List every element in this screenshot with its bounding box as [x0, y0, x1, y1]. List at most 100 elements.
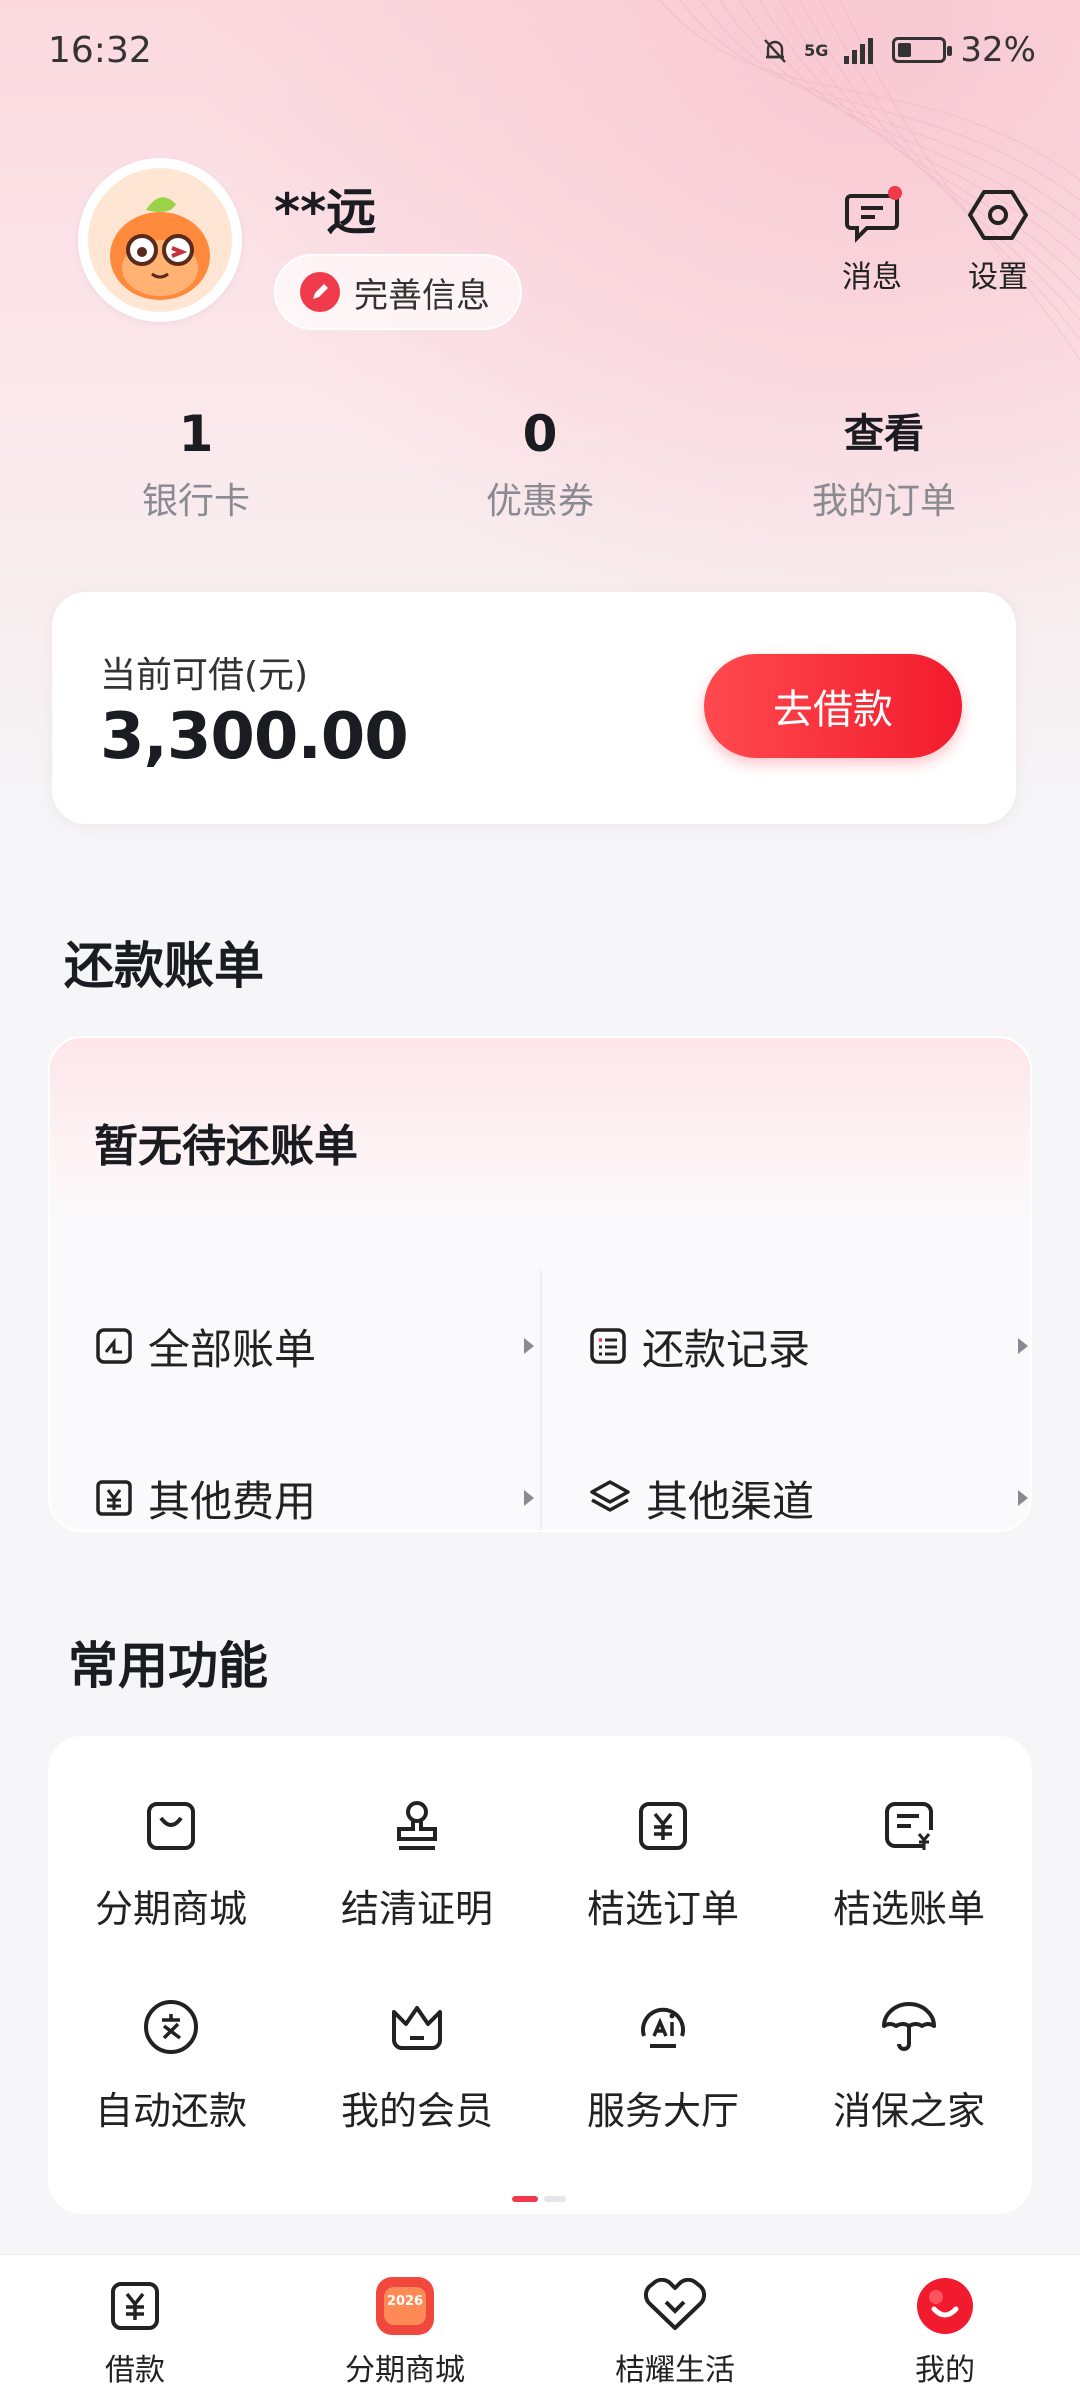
- nav-life[interactable]: 桔耀生活: [540, 2255, 810, 2400]
- stat-value: 1: [178, 405, 214, 463]
- installment-mall-shortcut[interactable]: 分期商城: [48, 1796, 294, 1933]
- stat-label: 银行卡: [141, 481, 250, 522]
- repayment-header: 暂无待还账单: [50, 1038, 1030, 1228]
- repayment-records-link[interactable]: 还款记录: [588, 1306, 1028, 1386]
- caret-right-icon: [524, 1490, 534, 1506]
- account-stats: 1 银行卡 0 优惠券 查看 我的订单: [0, 400, 1080, 524]
- nav-me[interactable]: 我的: [810, 2255, 1080, 2400]
- umbrella-icon: [882, 2002, 936, 2051]
- selected-bills-shortcut[interactable]: 桔选账单: [786, 1796, 1032, 1933]
- all-bills-label: 全部账单: [148, 1324, 317, 1374]
- auto-repay-icon: [144, 2000, 198, 2054]
- settings-button[interactable]: 设置: [948, 186, 1048, 296]
- consumer-protection-shortcut[interactable]: 消保之家: [786, 1996, 1032, 2135]
- nav-label: 我的: [915, 2353, 975, 2388]
- other-channels-link[interactable]: 其他渠道: [588, 1458, 1028, 1530]
- other-fees-link[interactable]: 其他费用: [94, 1458, 534, 1530]
- complete-info-button[interactable]: 完善信息: [274, 254, 522, 330]
- ai-service-icon: [641, 2007, 685, 2048]
- function-label: 消保之家: [832, 2089, 985, 2133]
- page-indicator: [512, 2196, 566, 2202]
- stat-value: 0: [522, 405, 558, 463]
- username: **远: [274, 183, 377, 241]
- divider: [540, 1270, 542, 1530]
- function-label: 分期商城: [94, 1887, 247, 1931]
- caret-right-icon: [1018, 1338, 1028, 1354]
- no-pending-bills-text: 暂无待还账单: [94, 1121, 358, 1172]
- stat-value: 查看: [844, 411, 924, 457]
- service-hall-shortcut[interactable]: 服务大厅: [540, 1996, 786, 2135]
- bottom-nav: 借款 2026 分期商城 桔耀生活 我的: [0, 2254, 1080, 2400]
- other-channels-label: 其他渠道: [646, 1476, 815, 1526]
- nav-label: 分期商城: [345, 2353, 465, 2388]
- status-bar: 16:32 5G 32%: [0, 0, 1080, 100]
- repayment-card: 暂无待还账单 全部账单 还款记录 其他费用 其他渠道: [48, 1036, 1032, 1532]
- go-borrow-button[interactable]: 去借款: [704, 654, 962, 758]
- bell-mute-icon: [764, 39, 787, 63]
- status-right: 5G 32%: [760, 30, 1036, 70]
- available-credit-card: 当前可借(元) 3,300.00 去借款: [52, 592, 1016, 824]
- caret-right-icon: [1018, 1490, 1028, 1506]
- function-label: 桔选订单: [586, 1887, 739, 1931]
- yuan-order-icon: [639, 1802, 687, 1850]
- stamp-icon: [397, 1801, 437, 1850]
- yuan-icon: [111, 2282, 159, 2330]
- nav-label: 桔耀生活: [615, 2353, 735, 2388]
- bill-icon: [96, 1328, 132, 1364]
- all-bills-link[interactable]: 全部账单: [94, 1306, 534, 1386]
- stat-label: 优惠券: [485, 481, 594, 522]
- app-page: 16:32 5G 32% **远 完善信息 消息 设置 1 银行卡 0 优惠券 …: [0, 0, 1080, 2400]
- page-dot-active: [512, 2196, 538, 2202]
- heart-chevron-icon: [644, 2278, 706, 2330]
- svg-text:2026: 2026: [387, 2294, 423, 2309]
- record-list-icon: [590, 1328, 626, 1364]
- stat-orders[interactable]: 查看 我的订单: [712, 400, 1056, 524]
- shopping-bag-icon: [147, 1802, 195, 1850]
- avatar[interactable]: [78, 158, 242, 322]
- signal-icon: [844, 38, 874, 64]
- function-label: 服务大厅: [586, 2089, 739, 2133]
- function-label: 桔选账单: [832, 1887, 985, 1931]
- available-credit-amount: 3,300.00: [100, 700, 409, 774]
- battery-percent: 32%: [960, 30, 1036, 70]
- avatar-image: [88, 168, 232, 312]
- mall-2026-icon: 2026: [376, 2277, 434, 2335]
- pencil-icon: [300, 272, 340, 312]
- messages-button[interactable]: 消息: [822, 186, 922, 296]
- stat-bank-cards[interactable]: 1 银行卡: [24, 400, 368, 524]
- mascot-icon: [110, 197, 210, 300]
- settlement-proof-shortcut[interactable]: 结清证明: [294, 1796, 540, 1933]
- yuan-bill-icon: [885, 1802, 933, 1850]
- stat-label: 我的订单: [811, 481, 956, 522]
- caret-right-icon: [524, 1338, 534, 1354]
- function-label: 结清证明: [340, 1887, 493, 1931]
- membership-shortcut[interactable]: 我的会员: [294, 1996, 540, 2135]
- me-icon: [917, 2278, 973, 2334]
- status-time: 16:32: [48, 30, 152, 71]
- network-type: 5G: [804, 40, 829, 60]
- nav-installment-mall[interactable]: 2026 分期商城: [270, 2255, 540, 2400]
- complete-info-label: 完善信息: [354, 275, 490, 316]
- messages-label: 消息: [842, 260, 902, 295]
- selected-orders-shortcut[interactable]: 桔选订单: [540, 1796, 786, 1933]
- repayment-records-label: 还款记录: [642, 1324, 811, 1374]
- unread-dot: [888, 186, 902, 200]
- functions-section-title: 常用功能: [68, 1637, 268, 1695]
- stat-coupons[interactable]: 0 优惠券: [368, 400, 712, 524]
- layers-icon: [590, 1480, 630, 1512]
- nav-borrow[interactable]: 借款: [0, 2255, 270, 2400]
- other-fees-label: 其他费用: [148, 1476, 317, 1526]
- function-label: 我的会员: [340, 2089, 493, 2133]
- battery-icon: [892, 37, 953, 63]
- settings-label: 设置: [968, 260, 1028, 295]
- nav-label: 借款: [105, 2353, 165, 2388]
- gear-icon: [968, 190, 1028, 240]
- crown-icon: [392, 2006, 442, 2050]
- repayment-section-title: 还款账单: [64, 937, 264, 995]
- common-functions-card: 分期商城 结清证明 桔选订单 桔选账单 自动还款 我的会员 服务大厅 消保之家: [48, 1736, 1032, 2214]
- page-dot: [544, 2196, 566, 2202]
- available-credit-label: 当前可借(元): [100, 655, 309, 696]
- function-label: 自动还款: [94, 2089, 247, 2133]
- auto-repay-shortcut[interactable]: 自动还款: [48, 1996, 294, 2135]
- fee-icon: [96, 1480, 132, 1516]
